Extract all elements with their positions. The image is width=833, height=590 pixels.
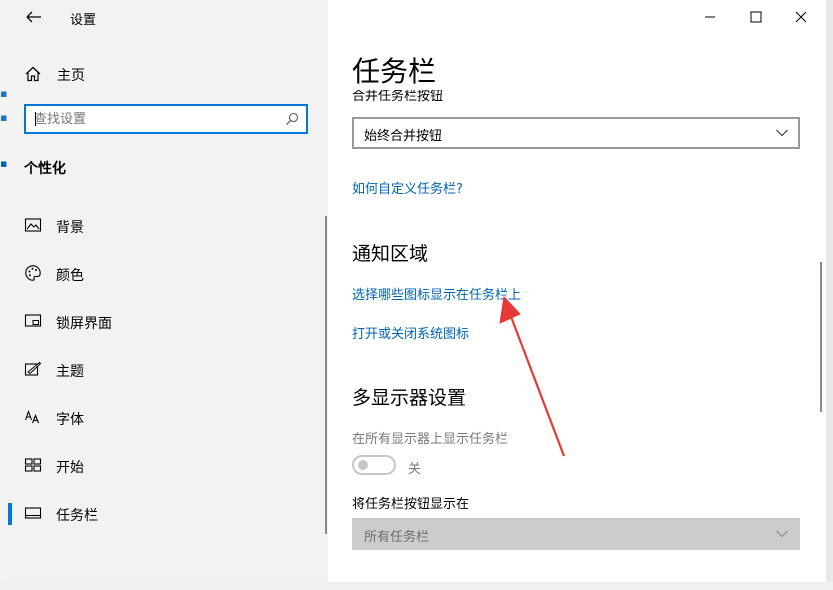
search-box[interactable] [24,104,308,134]
sidebar-item-fonts[interactable]: 字体 [8,398,328,438]
sidebar-item-label: 任务栏 [56,508,98,524]
desktop-background-bottom [0,582,833,590]
main-content: 任务栏 合并任务栏按钮 始终合并按钮 如何自定义任务栏? 通知区域 选择哪些图标… [328,0,826,582]
sidebar-item-label: 主页 [57,68,85,84]
settings-window: 设置 主页 个性化 背景 [8,0,826,582]
sidebar-item-label: 开始 [56,460,84,476]
sidebar-item-background[interactable]: 背景 [8,206,328,246]
selected-indicator [8,503,12,525]
search-input[interactable] [34,109,274,129]
theme-icon [24,361,42,376]
sidebar: 设置 主页 个性化 背景 [8,0,328,582]
sidebar-item-label: 背景 [56,220,84,236]
arrow-left-icon [26,11,41,23]
sidebar-item-colors[interactable]: 颜色 [8,254,328,294]
palette-icon [25,265,41,281]
sidebar-item-start[interactable]: 开始 [8,446,328,486]
desktop-icon-fragment: ▪ [0,112,8,124]
sidebar-item-label: 锁屏界面 [56,316,112,332]
sidebar-item-themes[interactable]: 主题 [8,350,328,390]
desktop-icon-fragment: ▪ [0,158,8,170]
sidebar-item-lock-screen[interactable]: 锁屏界面 [8,302,328,342]
start-icon [24,458,42,472]
desktop-background-left: ▪ ▪ ▪ [0,0,8,590]
sidebar-scrollbar[interactable] [325,216,327,534]
taskbar-icon [24,507,42,519]
back-button[interactable] [22,6,46,28]
image-icon [24,218,42,232]
sidebar-item-label: 颜色 [56,268,84,284]
home-icon [25,66,41,82]
desktop-background-right [826,0,833,590]
sidebar-item-taskbar[interactable]: 任务栏 [8,494,328,534]
lock-screen-icon [24,314,42,327]
desktop-icon-fragment: ▪ [0,88,8,100]
section-title: 个性化 [24,161,66,177]
sidebar-item-home[interactable]: 主页 [24,63,224,85]
annotation-arrow [499,295,566,457]
sidebar-item-label: 主题 [56,364,84,380]
window-title: 设置 [70,13,97,28]
sidebar-item-label: 字体 [56,412,84,428]
font-icon [24,409,40,424]
text-caret [35,112,36,126]
search-icon[interactable] [285,112,299,126]
